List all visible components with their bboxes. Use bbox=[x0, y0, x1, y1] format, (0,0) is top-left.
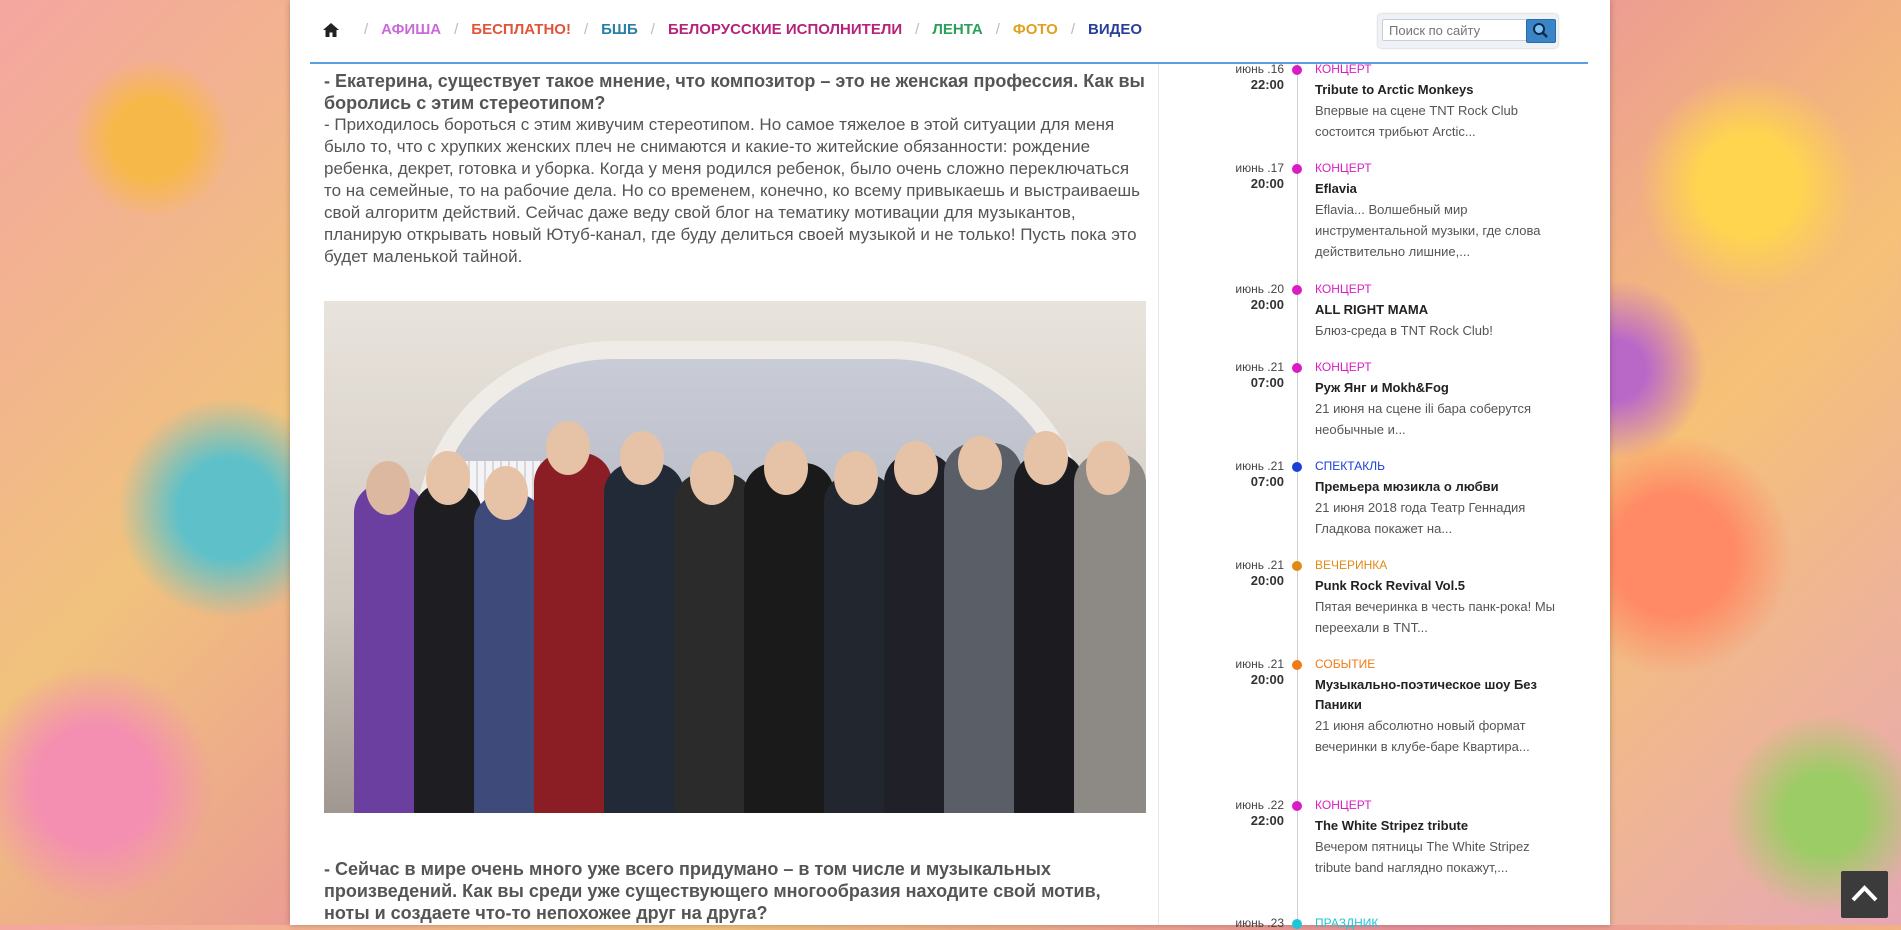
event-category[interactable]: КОНЦЕРТ bbox=[1315, 161, 1372, 175]
event-date: июнь .21 bbox=[1235, 558, 1284, 572]
event-time: 20:00 bbox=[1250, 573, 1284, 588]
event-description: Пятая вечеринка в честь панк-рока! Мы пе… bbox=[1315, 599, 1556, 635]
event-category[interactable]: КОНЦЕРТ bbox=[1315, 282, 1372, 296]
timeline-line bbox=[1297, 62, 1298, 925]
timeline-dot bbox=[1292, 363, 1302, 373]
scroll-to-top-button[interactable] bbox=[1841, 871, 1888, 918]
event-date: июнь .17 bbox=[1235, 161, 1284, 175]
event-title[interactable]: Премьера мюзикла о любви bbox=[1315, 477, 1565, 497]
event-category[interactable]: СПЕКТАКЛЬ bbox=[1315, 459, 1385, 473]
event-category[interactable]: КОНЦЕРТ bbox=[1315, 360, 1372, 374]
event-date: июнь .23 bbox=[1235, 916, 1284, 930]
search-icon bbox=[1533, 23, 1548, 38]
home-icon[interactable] bbox=[323, 22, 339, 37]
event-title[interactable]: Eflavia bbox=[1315, 179, 1565, 199]
group-photo bbox=[324, 301, 1146, 813]
event-description: 21 июня 2018 года Театр Геннадия Гладков… bbox=[1315, 500, 1526, 536]
event-date: июнь .16 bbox=[1235, 62, 1284, 76]
event-category[interactable]: КОНЦЕРТ bbox=[1315, 798, 1372, 812]
event-time: 07:00 bbox=[1250, 474, 1284, 489]
nav-separator: / bbox=[995, 21, 1000, 38]
page-container: / АФИША / БЕСПЛАТНО! / БШБ / БЕЛОРУССКИЕ… bbox=[290, 0, 1611, 930]
interview-question: - Екатерина, существует такое мнение, чт… bbox=[324, 71, 1145, 113]
interview-question: - Сейчас в мире очень много уже всего пр… bbox=[324, 859, 1101, 923]
event-time: 20:00 bbox=[1250, 672, 1284, 687]
search-input[interactable] bbox=[1382, 19, 1550, 41]
timeline-dot bbox=[1292, 285, 1302, 295]
event-category[interactable]: СОБЫТИЕ bbox=[1315, 657, 1375, 671]
nav-separator: / bbox=[364, 21, 369, 38]
nav-separator: / bbox=[915, 21, 920, 38]
nav-separator: / bbox=[454, 21, 459, 38]
events-sidebar: июнь .16 22:00 КОНЦЕРТ Tribute to Arctic… bbox=[1158, 62, 1611, 930]
timeline-dot bbox=[1292, 660, 1302, 670]
nav-separator: / bbox=[583, 21, 589, 38]
event-time: 20:00 bbox=[1250, 297, 1284, 312]
event-date: июнь .21 bbox=[1235, 657, 1284, 671]
timeline-dot bbox=[1292, 462, 1302, 472]
nav-link-free[interactable]: БЕСПЛАТНО! bbox=[471, 21, 571, 38]
event-description: Вечером пятницы The White Stripez tribut… bbox=[1315, 839, 1530, 875]
event-description: Eflavia... Волшебный мир инструментально… bbox=[1315, 202, 1541, 259]
event-date: июнь .21 bbox=[1235, 360, 1284, 374]
event-category[interactable]: ВЕЧЕРИНКА bbox=[1315, 558, 1387, 572]
timeline-dot bbox=[1292, 801, 1302, 811]
event-description: 21 июня абсолютно новый формат вечеринки… bbox=[1315, 718, 1530, 754]
event-description: 21 июня на сцене ili бара соберутся необ… bbox=[1315, 401, 1532, 437]
event-title[interactable]: ALL RIGHT MAMA bbox=[1315, 300, 1565, 320]
event-description: Блюз-среда в TNT Rock Club! bbox=[1315, 323, 1493, 338]
event-date: июнь .21 bbox=[1235, 459, 1284, 473]
event-category[interactable]: КОНЦЕРТ bbox=[1315, 62, 1372, 76]
timeline-dot bbox=[1292, 919, 1302, 929]
event-date: июнь .20 bbox=[1235, 282, 1284, 296]
nav-link-afisha[interactable]: АФИША bbox=[381, 21, 441, 38]
nav-link-photo[interactable]: ФОТО bbox=[1013, 21, 1058, 38]
search-box bbox=[1378, 14, 1558, 48]
event-time: 22:00 bbox=[1250, 77, 1284, 92]
search-button[interactable] bbox=[1526, 19, 1556, 43]
timeline-dot bbox=[1292, 164, 1302, 174]
event-title[interactable]: Punk Rock Revival Vol.5 bbox=[1315, 576, 1565, 596]
timeline-dot bbox=[1292, 65, 1302, 75]
event-title[interactable]: Tribute to Arctic Monkeys bbox=[1315, 80, 1565, 100]
event-category[interactable]: ПРАЗДНИК bbox=[1315, 916, 1378, 930]
nav-link-bshb[interactable]: БШБ bbox=[601, 21, 638, 38]
nav-link-video[interactable]: ВИДЕО bbox=[1088, 21, 1142, 38]
nav-link-belarusian-artists[interactable]: БЕЛОРУССКИЕ ИСПОЛНИТЕЛИ bbox=[668, 21, 902, 38]
event-date: июнь .22 bbox=[1235, 798, 1284, 812]
timeline-dot bbox=[1292, 561, 1302, 571]
article-body-continued: - Сейчас в мире очень много уже всего пр… bbox=[324, 858, 1146, 924]
top-navigation: / АФИША / БЕСПЛАТНО! / БШБ / БЕЛОРУССКИЕ… bbox=[310, 0, 1588, 64]
chevron-up-icon bbox=[1851, 885, 1878, 902]
nav-menu: / АФИША / БЕСПЛАТНО! / БШБ / БЕЛОРУССКИЕ… bbox=[310, 21, 1142, 38]
event-time: 07:00 bbox=[1250, 375, 1284, 390]
event-description: Впервые на сцене TNT Rock Club состоится… bbox=[1315, 103, 1518, 139]
event-time: 20:00 bbox=[1250, 176, 1284, 191]
event-title[interactable]: The White Stripez tribute bbox=[1315, 816, 1565, 836]
event-title[interactable]: Руж Янг и Mokh&Fog bbox=[1315, 378, 1565, 398]
nav-separator: / bbox=[650, 21, 655, 38]
nav-separator: / bbox=[1070, 21, 1076, 38]
event-time: 22:00 bbox=[1250, 813, 1284, 828]
event-title[interactable]: Музыкально-поэтическое шоу Без Паники bbox=[1315, 675, 1565, 715]
interview-answer: - Приходилось бороться с этим живучим ст… bbox=[324, 115, 1141, 266]
article-body: - Екатерина, существует такое мнение, чт… bbox=[324, 70, 1146, 268]
nav-link-feed[interactable]: ЛЕНТА bbox=[932, 21, 982, 38]
